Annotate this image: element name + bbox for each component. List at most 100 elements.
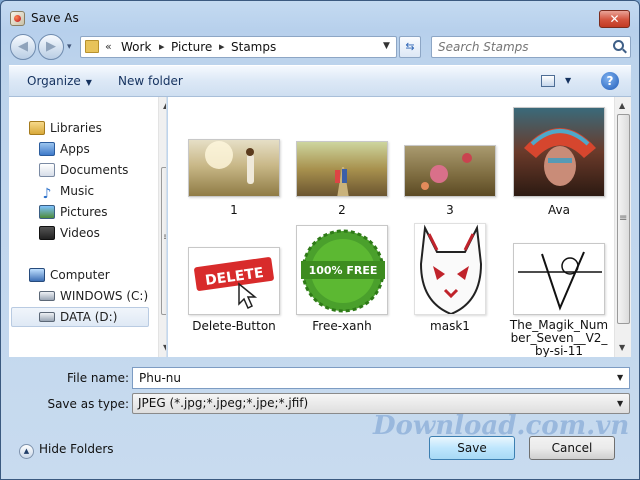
file-name-label: File name:	[67, 371, 129, 385]
sidebar-item-apps[interactable]: Apps	[39, 142, 90, 162]
kitsune-mask-image	[419, 224, 483, 314]
breadcrumb-stamps[interactable]: Stamps	[231, 40, 276, 54]
save-button[interactable]: Save	[429, 436, 515, 460]
sidebar-item-data-d[interactable]: DATA (D:)	[11, 307, 149, 327]
organize-label: Organize	[27, 74, 81, 88]
scrollbar-thumb[interactable]	[617, 114, 630, 324]
chevron-down-icon: ▼	[85, 78, 92, 87]
scroll-down-icon[interactable]: ▼	[163, 343, 166, 352]
recent-locations-dropdown[interactable]: ▾	[67, 42, 72, 52]
search-input[interactable]	[436, 39, 606, 55]
address-overflow-chevron[interactable]: «	[105, 40, 112, 53]
sidebar-item-label: Apps	[60, 142, 90, 156]
scroll-up-icon[interactable]: ▲	[619, 101, 625, 110]
file-thumbnail: 100% FREE	[296, 225, 388, 315]
scroll-down-icon[interactable]: ▼	[619, 343, 625, 352]
folder-icon	[85, 40, 99, 53]
search-icon[interactable]	[613, 40, 624, 51]
photo-children-road-image	[335, 167, 349, 196]
file-thumbnail	[296, 141, 388, 197]
file-name-label: Free-xanh	[312, 319, 372, 333]
search-box[interactable]	[431, 36, 631, 58]
file-thumbnail	[404, 145, 496, 197]
hide-folders-label: Hide Folders	[39, 442, 114, 456]
sidebar-item-windows-c[interactable]: WINDOWS (C:)	[39, 289, 148, 309]
sidebar-item-label: Pictures	[60, 205, 108, 219]
address-bar[interactable]: « Work ▸ Picture ▸ Stamps ▼	[80, 36, 397, 58]
file-name-label: Delete-Button	[192, 319, 276, 333]
photo-girl-field-image	[205, 141, 254, 184]
organize-button[interactable]: Organize ▼	[27, 74, 92, 88]
videos-icon	[39, 226, 55, 240]
drive-icon	[39, 312, 55, 322]
photo-ava-portrait-image	[524, 128, 596, 186]
title-bar: Save As ✕	[1, 1, 639, 35]
file-name-label: 1	[230, 203, 238, 217]
views-dropdown-icon[interactable]: ▼	[565, 76, 571, 85]
back-button[interactable]: ◀	[10, 34, 36, 60]
free-badge-image: 100% FREE	[301, 229, 385, 313]
app-icon	[10, 11, 25, 26]
scrollbar-thumb[interactable]	[161, 167, 166, 315]
file-thumbnail	[513, 107, 605, 197]
address-dropdown-icon[interactable]: ▼	[383, 41, 390, 51]
file-name-combobox[interactable]: ▼	[132, 367, 630, 389]
sidebar-item-label: Music	[60, 184, 95, 198]
magik-symbol-image	[518, 251, 602, 311]
file-name-label: Ava	[548, 203, 570, 217]
stamp-text: 100% FREE	[309, 264, 378, 277]
photo-girl-flowers-image	[421, 153, 472, 190]
file-name-label: 2	[338, 203, 346, 217]
file-thumbnail	[513, 243, 605, 315]
file-list-scrollbar[interactable]: ▲ ▼	[614, 97, 631, 357]
help-icon[interactable]: ?	[601, 72, 619, 90]
libraries-icon	[29, 121, 45, 135]
apps-icon	[39, 142, 55, 156]
new-folder-button[interactable]: New folder	[118, 74, 183, 88]
refresh-button[interactable]: ⇆	[399, 36, 421, 58]
sidebar-item-label: Documents	[60, 163, 129, 177]
file-list: 1 2 3 Ava DELETE Delete-Button 100% FREE…	[168, 97, 631, 357]
breadcrumb-separator[interactable]: ▸	[219, 40, 225, 53]
cancel-button[interactable]: Cancel	[529, 436, 615, 460]
save-as-type-value: JPEG (*.jpg;*.jpeg;*.jpe;*.jfif)	[138, 396, 309, 410]
file-name-dropdown-icon[interactable]: ▼	[617, 373, 623, 382]
close-button[interactable]: ✕	[599, 10, 630, 28]
breadcrumb-separator[interactable]: ▸	[159, 40, 165, 53]
chevron-down-icon[interactable]: ▼	[617, 399, 623, 408]
music-icon: ♪	[42, 186, 52, 202]
scroll-up-icon[interactable]: ▲	[163, 101, 166, 110]
sidebar-item-pictures[interactable]: Pictures	[39, 205, 108, 225]
views-icon[interactable]	[541, 75, 555, 87]
file-thumbnail	[188, 139, 280, 197]
sidebar-item-label: Videos	[60, 226, 100, 240]
breadcrumb-work[interactable]: Work	[121, 40, 151, 54]
sidebar-item-music[interactable]: ♪ Music	[39, 184, 95, 204]
collapse-icon: ▲	[19, 444, 34, 459]
sidebar-item-documents[interactable]: Documents	[39, 163, 128, 183]
drive-icon	[39, 291, 55, 301]
delete-stamp-image: DELETE	[194, 257, 274, 310]
pictures-icon	[39, 205, 55, 219]
sidebar-scrollbar[interactable]: ▲ ▼	[158, 97, 166, 357]
file-name-input[interactable]	[137, 370, 607, 386]
file-name-label: The_Magik_Number_Seven__V2_by-si-11	[509, 319, 609, 357]
file-name-label: mask1	[430, 319, 470, 333]
command-toolbar: Organize ▼ New folder ▼ ?	[9, 65, 631, 97]
sidebar-item-libraries[interactable]: Libraries	[29, 121, 102, 141]
sidebar-item-label: DATA (D:)	[60, 310, 118, 324]
file-thumbnail	[414, 223, 486, 315]
save-as-type-label: Save as type:	[47, 397, 129, 411]
sidebar-item-videos[interactable]: Videos	[39, 226, 100, 246]
file-name-label: 3	[446, 203, 454, 217]
navigation-pane: Libraries Apps Documents ♪ Music Pictures…	[9, 97, 167, 357]
sidebar-item-label: Libraries	[50, 121, 102, 135]
save-as-dialog: Save As ✕ ◀ ▶ ▾ « Work ▸ Picture ▸ Stamp…	[0, 0, 640, 480]
hide-folders-button[interactable]: ▲ Hide Folders	[19, 442, 114, 459]
sidebar-item-computer[interactable]: Computer	[29, 268, 110, 288]
sidebar-item-label: WINDOWS (C:)	[60, 289, 149, 303]
file-thumbnail: DELETE	[188, 247, 280, 315]
computer-icon	[29, 268, 45, 282]
breadcrumb-picture[interactable]: Picture	[171, 40, 212, 54]
forward-button[interactable]: ▶	[38, 34, 64, 60]
